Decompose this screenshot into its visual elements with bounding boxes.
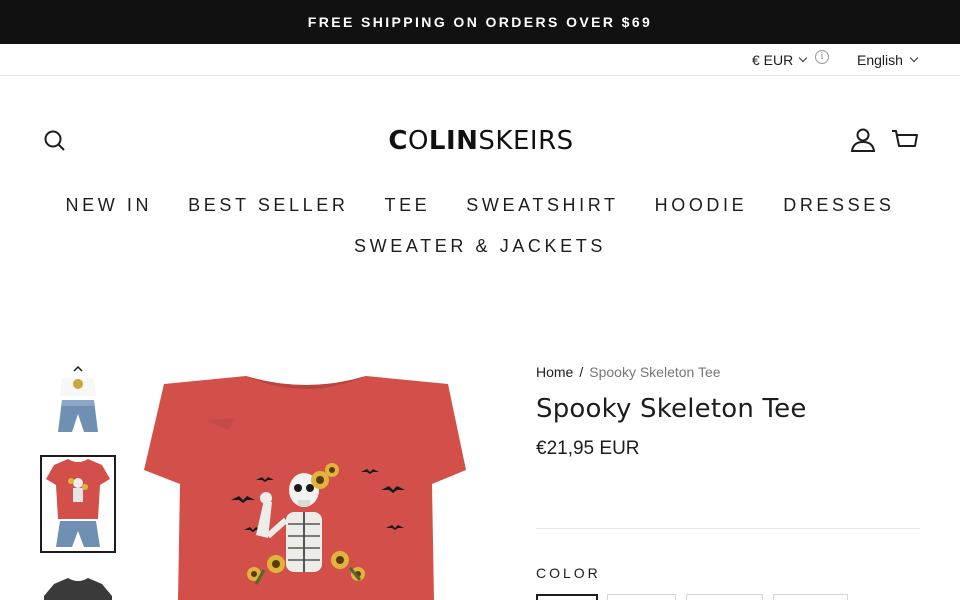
breadcrumb: Home / Spooky Skeleton Tee — [536, 364, 721, 380]
announcement-bar: FREE SHIPPING ON ORDERS OVER $69 — [0, 0, 960, 44]
breadcrumb-current: Spooky Skeleton Tee — [589, 364, 721, 380]
chevron-up-icon — [73, 365, 83, 372]
nav-item-dresses[interactable]: DRESSES — [783, 195, 894, 216]
product-thumbnail[interactable] — [40, 378, 116, 440]
nav-item-best-seller[interactable]: BEST SELLER — [188, 195, 348, 216]
color-swatch-selected[interactable] — [536, 594, 598, 600]
nav-item-sweatshirt[interactable]: SWEATSHIRT — [466, 195, 618, 216]
language-label: English — [857, 52, 903, 68]
currency-label: € EUR — [752, 52, 794, 68]
breadcrumb-separator: / — [579, 364, 584, 380]
product-thumbnail-selected[interactable] — [40, 455, 116, 553]
nav-item-tee[interactable]: TEE — [384, 195, 430, 216]
account-icon — [850, 128, 876, 152]
site-logo[interactable]: C O LIN SKEIRS — [380, 124, 582, 158]
nav-item-hoodie[interactable]: HOODIE — [655, 195, 748, 216]
cart-icon — [892, 130, 918, 147]
info-icon[interactable]: i — [815, 50, 829, 64]
color-swatch[interactable] — [686, 594, 763, 600]
main-navigation: NEW IN BEST SELLER TEE SWEATSHIRT HOODIE… — [0, 193, 960, 258]
product-thumbnail[interactable] — [40, 570, 116, 600]
announcement-text: FREE SHIPPING ON ORDERS OVER $69 — [307, 14, 653, 30]
search-icon — [44, 130, 65, 151]
thumbnail-image — [40, 378, 116, 440]
language-selector[interactable]: English — [857, 52, 919, 68]
color-label: COLOR — [536, 565, 601, 581]
product-main-image[interactable] — [136, 360, 480, 600]
cart-button[interactable] — [891, 126, 919, 154]
utility-bar: € EUR i English — [0, 44, 960, 76]
thumbnail-scroll-up-button[interactable] — [72, 362, 84, 374]
color-swatch[interactable] — [773, 594, 848, 600]
account-button[interactable] — [849, 127, 877, 153]
currency-selector[interactable]: € EUR — [752, 52, 808, 68]
chevron-down-icon — [798, 53, 808, 63]
product-title: Spooky Skeleton Tee — [536, 394, 807, 424]
nav-item-sweater-jackets[interactable]: SWEATER & JACKETS — [354, 236, 606, 257]
nav-item-new-in[interactable]: NEW IN — [66, 195, 153, 216]
color-swatch[interactable] — [607, 594, 676, 600]
thumbnail-image — [42, 457, 114, 551]
divider — [536, 528, 920, 529]
product-photo — [136, 360, 480, 600]
thumbnail-image — [40, 570, 116, 600]
product-price: €21,95 EUR — [536, 438, 640, 459]
breadcrumb-home-link[interactable]: Home — [536, 364, 573, 380]
search-button[interactable] — [42, 128, 68, 154]
chevron-down-icon — [909, 53, 919, 63]
